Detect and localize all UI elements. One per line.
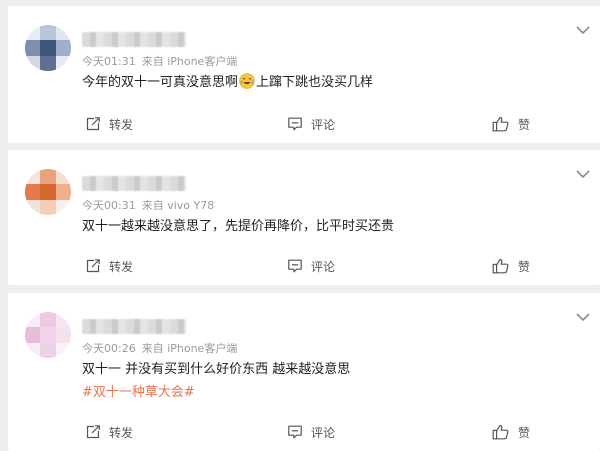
chevron-down-icon[interactable] [576, 312, 590, 322]
avatar-mosaic-tile [25, 327, 41, 343]
like-button[interactable]: 赞 [492, 114, 530, 134]
avatar[interactable] [25, 312, 71, 358]
avatar-mosaic-tile [40, 25, 56, 41]
avatar-mosaic-tile [25, 40, 41, 56]
repost-icon [86, 259, 100, 273]
comment-card: 今天00:26 来自 iPhone客户端 双十一 并没有买到什么好价东西 越来越没… [8, 293, 600, 451]
post-text: 今年的双十一可真没意思啊 上蹿下跳也没买几样 [82, 73, 373, 93]
avatar-mosaic-tile [25, 184, 41, 200]
comment-label: 评论 [311, 117, 336, 132]
repost-label: 转发 [109, 117, 134, 132]
repost-label: 转发 [109, 425, 134, 440]
avatar-mosaic-tile [25, 25, 41, 41]
post-text-part: 上蹿下跳也没买几样 [256, 75, 374, 90]
post-source: 来自 iPhone客户端 [141, 55, 238, 68]
comment-card: 今天00:31 来自 vivo Y78 双十一越来越没意思了，先提价再降价，比平时… [8, 150, 600, 285]
post-source: 来自 iPhone客户端 [141, 342, 238, 355]
post-time: 今天01:31 [82, 55, 136, 68]
post-meta: 今天00:26 来自 iPhone客户端 [82, 340, 237, 356]
repost-button[interactable]: 转发 [85, 114, 133, 134]
avatar-mosaic-tile [55, 25, 71, 41]
avatar-mosaic-tile [55, 169, 71, 185]
comment-icon [288, 259, 302, 273]
post-time: 今天00:26 [82, 342, 136, 355]
avatar-mosaic-tile [25, 55, 41, 71]
like-button[interactable]: 赞 [492, 422, 530, 442]
like-label: 赞 [518, 117, 531, 132]
comment-button[interactable]: 评论 [287, 256, 335, 276]
post-actions: 转发 评论 赞 [8, 415, 600, 451]
comment-card: 今天01:31 来自 iPhone客户端 今年的双十一可真没意思啊 上蹿下跳也没买… [8, 6, 600, 143]
avatar[interactable] [25, 169, 71, 215]
post-source: 来自 vivo Y78 [141, 199, 215, 212]
avatar-mosaic-tile [40, 169, 56, 185]
avatar[interactable] [25, 25, 71, 71]
repost-icon [86, 425, 100, 439]
avatar-mosaic-tile [55, 40, 71, 56]
like-label: 赞 [518, 425, 531, 440]
crying-laughing-emoji-icon [239, 73, 255, 89]
avatar-mosaic-tile [25, 312, 41, 328]
comment-icon [288, 117, 302, 131]
avatar-mosaic-tile [55, 199, 71, 215]
repost-button[interactable]: 转发 [85, 422, 133, 442]
post-meta: 今天00:31 来自 vivo Y78 [82, 197, 214, 213]
avatar-mosaic-tile [40, 40, 56, 56]
username-blurred[interactable] [82, 32, 186, 47]
post-text: 双十一越来越没意思了，先提价再降价，比平时买还贵 [82, 219, 395, 234]
avatar-mosaic-tile [40, 342, 56, 358]
avatar-mosaic-tile [55, 184, 71, 200]
avatar-mosaic-tile [25, 169, 41, 185]
chevron-down-icon[interactable] [576, 25, 590, 35]
post-meta: 今天01:31 来自 iPhone客户端 [82, 53, 237, 69]
repost-icon [86, 117, 100, 131]
avatar-mosaic-tile [25, 342, 41, 358]
like-icon [492, 116, 509, 132]
like-icon [492, 424, 509, 440]
post-actions: 转发 评论 赞 [8, 107, 600, 143]
repost-label: 转发 [109, 259, 134, 274]
like-label: 赞 [518, 259, 531, 274]
like-button[interactable]: 赞 [492, 256, 530, 276]
comment-label: 评论 [311, 259, 336, 274]
post-time: 今天00:31 [82, 199, 136, 212]
avatar-mosaic-tile [40, 199, 56, 215]
username-blurred[interactable] [82, 176, 186, 191]
comment-feed: 今天01:31 来自 iPhone客户端 今年的双十一可真没意思啊 上蹿下跳也没买… [0, 0, 600, 451]
like-icon [492, 258, 509, 274]
avatar-mosaic-tile [40, 55, 56, 71]
avatar-mosaic-tile [55, 312, 71, 328]
comment-button[interactable]: 评论 [287, 422, 335, 442]
comment-button[interactable]: 评论 [287, 114, 335, 134]
avatar-mosaic-tile [55, 342, 71, 358]
comment-label: 评论 [311, 425, 336, 440]
avatar-mosaic-tile [55, 327, 71, 343]
avatar-mosaic-tile [40, 184, 56, 200]
comment-icon [288, 425, 302, 439]
avatar-mosaic-tile [55, 55, 71, 71]
avatar-mosaic-tile [25, 199, 41, 215]
avatar-mosaic-tile [40, 312, 56, 328]
username-blurred[interactable] [82, 319, 186, 334]
post-text: 双十一 并没有买到什么好价东西 越来越没意思 [82, 362, 351, 377]
repost-button[interactable]: 转发 [85, 256, 133, 276]
chevron-down-icon[interactable] [576, 169, 590, 179]
avatar-mosaic-tile [40, 327, 56, 343]
post-actions: 转发 评论 赞 [8, 249, 600, 285]
hashtag-link[interactable]: #双十一种草大会# [82, 381, 195, 400]
post-text-part: 今年的双十一可真没意思啊 [82, 75, 239, 90]
